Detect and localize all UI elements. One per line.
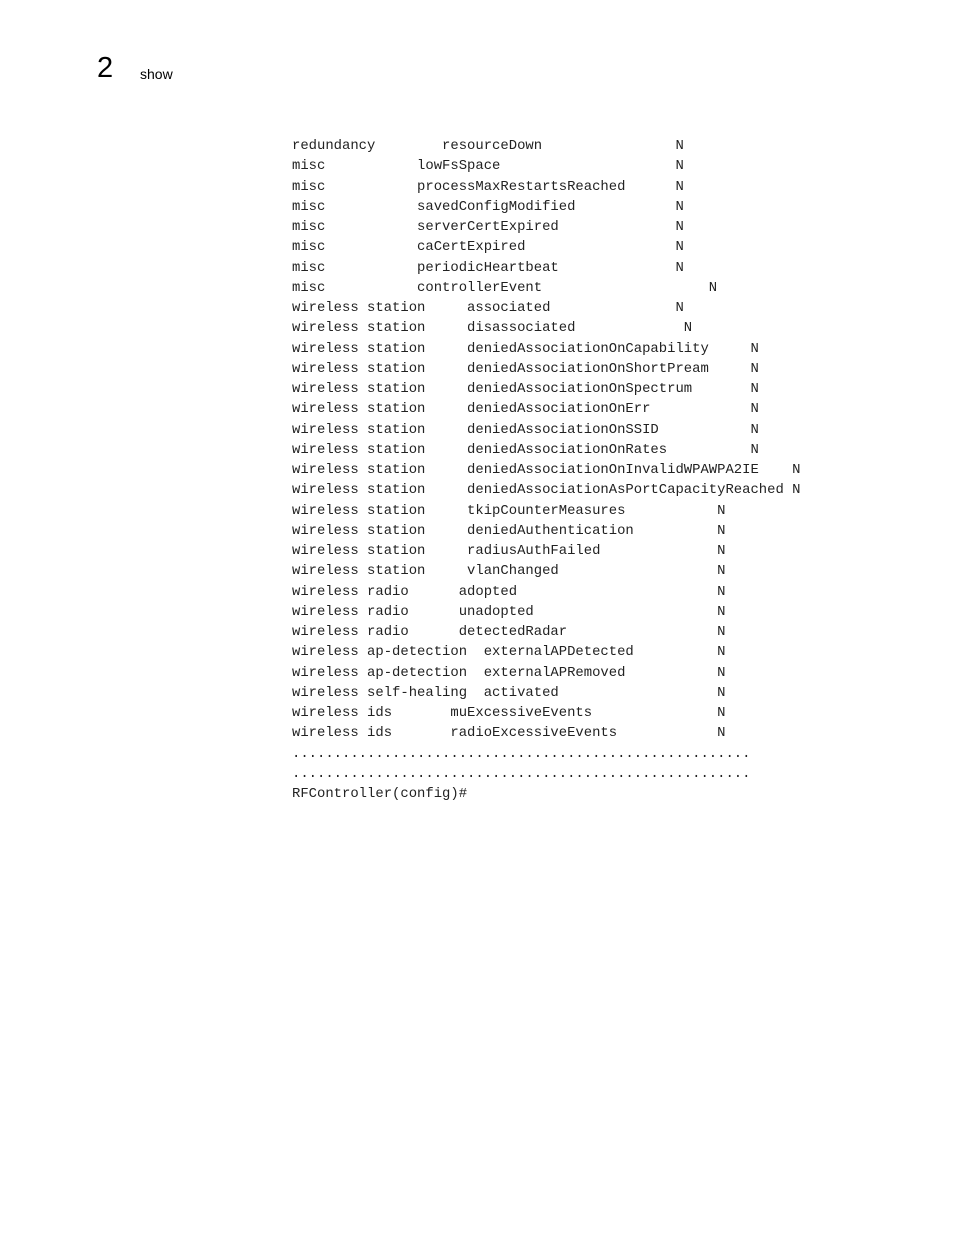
cli-line: wireless station radiusAuthFailed N — [292, 543, 726, 559]
cli-line: wireless station deniedAuthentication N — [292, 522, 726, 539]
cli-line: misc processMaxRestartsReached N — [292, 178, 684, 195]
cli-line: wireless station deniedAssociationOnRate… — [292, 441, 759, 458]
cli-line: misc caCertExpired N — [292, 239, 684, 256]
cli-line: wireless station vlanChanged N — [292, 563, 726, 580]
cli-line: wireless station deniedAssociationAsPort… — [292, 482, 801, 499]
cli-line: wireless station deniedAssociationOnInva… — [292, 462, 801, 478]
cli-line: wireless self-healing activated N — [292, 684, 726, 701]
cli-line: misc periodicHeartbeat N — [292, 259, 684, 276]
cli-prompt: RFController(config)# — [292, 786, 468, 802]
ellipsis-line: ........................................… — [292, 745, 751, 762]
cli-line: wireless ids radioExcessiveEvents N — [292, 725, 726, 742]
chapter-number: 2 — [97, 52, 114, 84]
cli-line: misc serverCertExpired N — [292, 219, 684, 235]
cli-line: misc savedConfigModified N — [292, 198, 684, 215]
cli-line: wireless ids muExcessiveEvents N — [292, 705, 726, 721]
chapter-title: show — [140, 66, 173, 82]
cli-line: wireless station tkipCounterMeasures N — [292, 502, 726, 519]
cli-line: wireless ap-detection externalAPDetected… — [292, 644, 726, 661]
cli-line: wireless station deniedAssociationOnErr … — [292, 401, 759, 418]
cli-line: wireless station deniedAssociationOnSpec… — [292, 381, 759, 397]
ellipsis-line: ........................................… — [292, 765, 751, 782]
cli-line: wireless station deniedAssociationOnCapa… — [292, 340, 759, 357]
cli-line: misc lowFsSpace N — [292, 158, 684, 175]
cli-line: wireless station associated N — [292, 300, 684, 316]
cli-line: misc controllerEvent N — [292, 279, 718, 296]
cli-line: wireless radio adopted N — [292, 583, 726, 600]
cli-line: redundancy resourceDown N — [292, 138, 684, 154]
cli-output-block: redundancy resourceDown N misc lowFsSpace… — [292, 136, 800, 804]
cli-line: wireless ap-detection externalAPRemoved … — [292, 664, 726, 681]
cli-line: wireless radio detectedRadar N — [292, 624, 726, 640]
cli-line: wireless station deniedAssociationOnShor… — [292, 360, 759, 377]
cli-line: wireless station disassociated N — [292, 320, 693, 337]
cli-line: wireless station deniedAssociationOnSSID… — [292, 421, 759, 438]
cli-line: wireless radio unadopted N — [292, 603, 726, 620]
